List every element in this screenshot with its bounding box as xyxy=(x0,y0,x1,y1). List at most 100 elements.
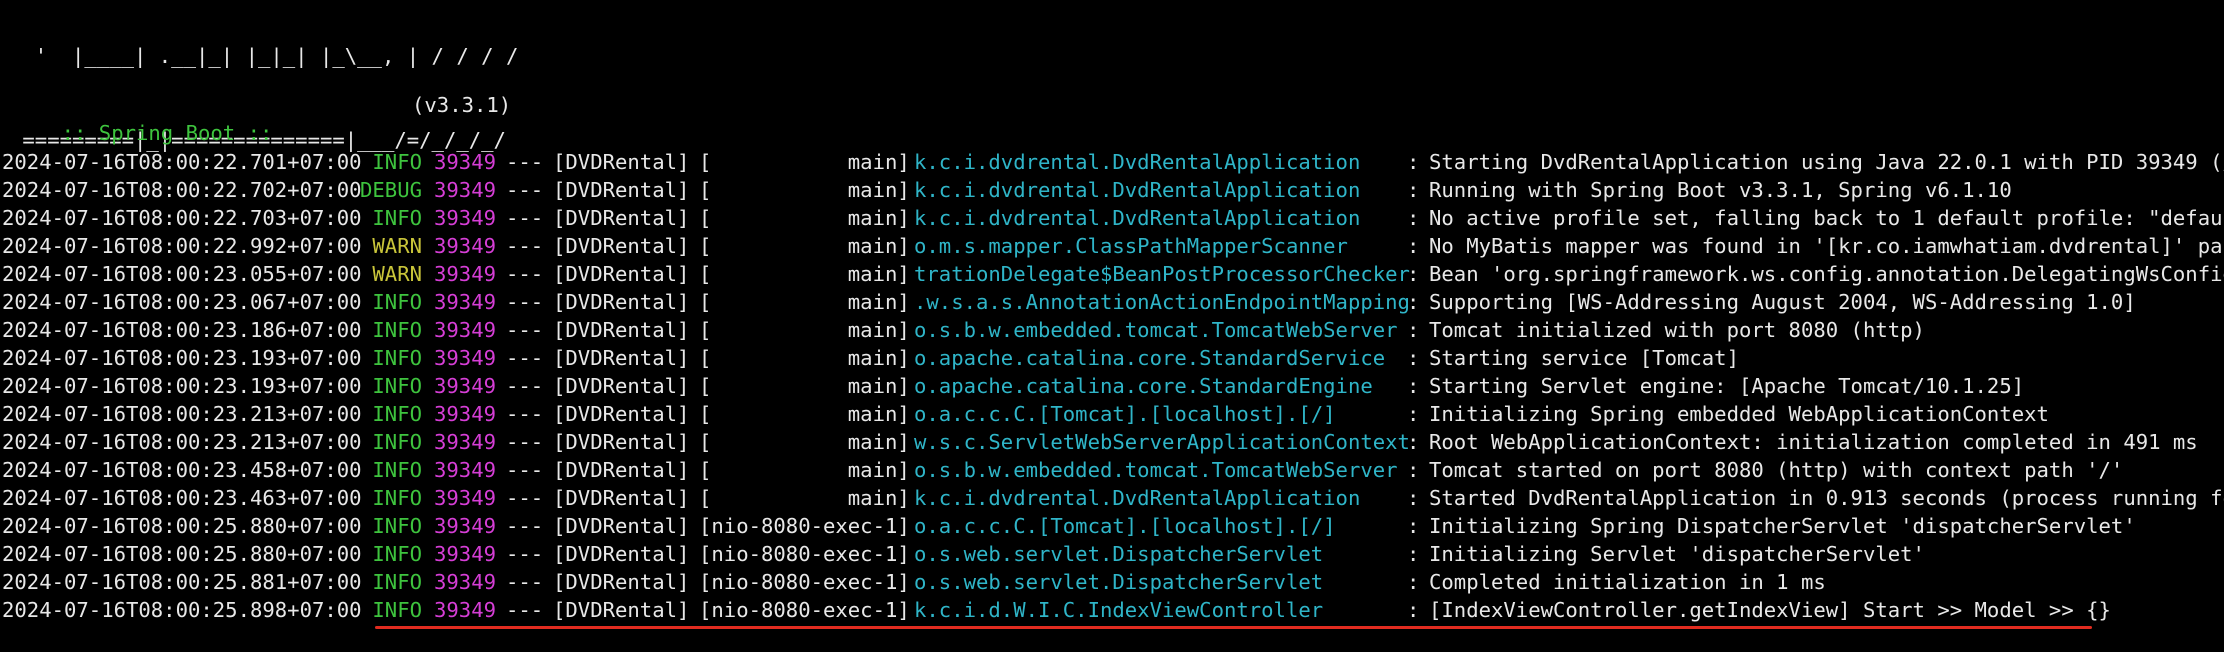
log-message: Bean 'org.springframework.ws.config.anno… xyxy=(1429,262,2224,286)
log-pid: 39349 xyxy=(434,598,496,622)
log-app-name: [DVDRental] xyxy=(553,514,690,538)
log-thread: [ main] xyxy=(699,290,910,314)
log-row: 2024-07-16T08:00:22.701+07:00 INFO 39349 --… xyxy=(2,148,2224,176)
log-timestamp: 2024-07-16T08:00:25.880+07:00 xyxy=(2,514,362,538)
log-thread: [nio-8080-exec-1] xyxy=(699,542,910,566)
log-level: INFO xyxy=(372,514,422,538)
log-pid: 39349 xyxy=(434,206,496,230)
log-thread: [nio-8080-exec-1] xyxy=(699,598,910,622)
log-app-name: [DVDRental] xyxy=(553,402,690,426)
log-timestamp: 2024-07-16T08:00:23.067+07:00 xyxy=(2,290,362,314)
log-timestamp: 2024-07-16T08:00:23.186+07:00 xyxy=(2,318,362,342)
log-separator: --- xyxy=(506,150,544,174)
log-separator: --- xyxy=(506,542,544,566)
log-separator: --- xyxy=(506,374,544,398)
log-message: Tomcat started on port 8080 (http) with … xyxy=(1429,458,2124,482)
log-message: No active profile set, falling back to 1… xyxy=(1429,206,2224,230)
log-thread: [ main] xyxy=(699,318,910,342)
log-app-name: [DVDRental] xyxy=(553,290,690,314)
log-level: INFO xyxy=(372,486,422,510)
spring-boot-version: (v3.3.1) xyxy=(412,93,512,117)
log-timestamp: 2024-07-16T08:00:23.213+07:00 xyxy=(2,402,362,426)
log-app-name: [DVDRental] xyxy=(553,262,690,286)
log-message: Initializing Spring embedded WebApplicat… xyxy=(1429,402,2049,426)
log-level: WARN xyxy=(372,234,422,258)
log-colon: : xyxy=(1407,514,1420,538)
log-thread: [ main] xyxy=(699,206,910,230)
log-message: Started DvdRentalApplication in 0.913 se… xyxy=(1429,486,2224,510)
log-row: 2024-07-16T08:00:23.186+07:00 INFO 39349 --… xyxy=(2,316,2224,344)
log-separator: --- xyxy=(506,290,544,314)
log-separator: --- xyxy=(506,458,544,482)
log-level: INFO xyxy=(372,374,422,398)
log-pid: 39349 xyxy=(434,430,496,454)
log-separator: --- xyxy=(506,346,544,370)
log-app-name: [DVDRental] xyxy=(553,542,690,566)
log-row: 2024-07-16T08:00:25.880+07:00 INFO 39349 --… xyxy=(2,540,2224,568)
log-level: INFO xyxy=(372,206,422,230)
log-message: Starting service [Tomcat] xyxy=(1429,346,1739,370)
log-logger-name: k.c.i.dvdrental.DvdRentalApplication xyxy=(914,486,1361,510)
log-timestamp: 2024-07-16T08:00:25.880+07:00 xyxy=(2,542,362,566)
log-timestamp: 2024-07-16T08:00:25.898+07:00 xyxy=(2,598,362,622)
log-colon: : xyxy=(1407,346,1420,370)
log-row: 2024-07-16T08:00:25.880+07:00 INFO 39349 --… xyxy=(2,512,2224,540)
log-pid: 39349 xyxy=(434,458,496,482)
log-app-name: [DVDRental] xyxy=(553,486,690,510)
log-colon: : xyxy=(1407,430,1420,454)
log-colon: : xyxy=(1407,542,1420,566)
log-level: INFO xyxy=(372,318,422,342)
log-pid: 39349 xyxy=(434,402,496,426)
log-logger-name: o.apache.catalina.core.StandardEngine xyxy=(914,374,1373,398)
terminal-window[interactable]: ' |____| .__|_| |_|_| |_\__, | / / / / =… xyxy=(0,0,2224,652)
log-thread: [ main] xyxy=(699,346,910,370)
log-level: WARN xyxy=(372,262,422,286)
log-colon: : xyxy=(1407,598,1420,622)
log-colon: : xyxy=(1407,402,1420,426)
log-logger-name: k.c.i.dvdrental.DvdRentalApplication xyxy=(914,178,1361,202)
log-message: Root WebApplicationContext: initializati… xyxy=(1429,430,2198,454)
log-message: Initializing Spring DispatcherServlet 'd… xyxy=(1429,514,2136,538)
log-message: Starting Servlet engine: [Apache Tomcat/… xyxy=(1429,374,2025,398)
log-thread: [ main] xyxy=(699,234,910,258)
log-app-name: [DVDRental] xyxy=(553,374,690,398)
log-app-name: [DVDRental] xyxy=(553,346,690,370)
log-message: No MyBatis mapper was found in '[kr.co.i… xyxy=(1429,234,2224,258)
log-level: INFO xyxy=(372,402,422,426)
log-app-name: [DVDRental] xyxy=(553,234,690,258)
log-row: 2024-07-16T08:00:25.881+07:00 INFO 39349 --… xyxy=(2,568,2224,596)
log-colon: : xyxy=(1407,486,1420,510)
log-separator: --- xyxy=(506,234,544,258)
log-timestamp: 2024-07-16T08:00:23.458+07:00 xyxy=(2,458,362,482)
log-pid: 39349 xyxy=(434,290,496,314)
spring-boot-label: :: Spring Boot :: xyxy=(61,121,273,145)
log-level: INFO xyxy=(372,430,422,454)
log-thread: [ main] xyxy=(699,150,910,174)
log-separator: --- xyxy=(506,598,544,622)
log-level: DEBUG xyxy=(360,178,422,202)
log-thread: [nio-8080-exec-1] xyxy=(699,514,910,538)
log-colon: : xyxy=(1407,458,1420,482)
log-level: INFO xyxy=(372,290,422,314)
log-row: 2024-07-16T08:00:23.055+07:00 WARN 39349 --… xyxy=(2,260,2224,288)
log-logger-name: o.apache.catalina.core.StandardService xyxy=(914,346,1386,370)
log-level: INFO xyxy=(372,570,422,594)
log-colon: : xyxy=(1407,206,1420,230)
log-thread: [ main] xyxy=(699,178,910,202)
log-logger-name: o.s.b.w.embedded.tomcat.TomcatWebServer xyxy=(914,458,1398,482)
log-thread: [ main] xyxy=(699,262,910,286)
log-pid: 39349 xyxy=(434,178,496,202)
log-thread: [ main] xyxy=(699,486,910,510)
log-pid: 39349 xyxy=(434,570,496,594)
log-logger-name: o.m.s.mapper.ClassPathMapperScanner xyxy=(914,234,1348,258)
log-thread: [ main] xyxy=(699,374,910,398)
log-app-name: [DVDRental] xyxy=(553,150,690,174)
log-message: Supporting [WS-Addressing August 2004, W… xyxy=(1429,290,2136,314)
log-pid: 39349 xyxy=(434,374,496,398)
log-separator: --- xyxy=(506,178,544,202)
log-row: 2024-07-16T08:00:23.067+07:00 INFO 39349 --… xyxy=(2,288,2224,316)
log-level: INFO xyxy=(372,598,422,622)
log-row: 2024-07-16T08:00:23.213+07:00 INFO 39349 --… xyxy=(2,428,2224,456)
log-output: 2024-07-16T08:00:22.701+07:00 INFO 39349 --… xyxy=(2,148,2224,624)
log-timestamp: 2024-07-16T08:00:22.701+07:00 xyxy=(2,150,362,174)
